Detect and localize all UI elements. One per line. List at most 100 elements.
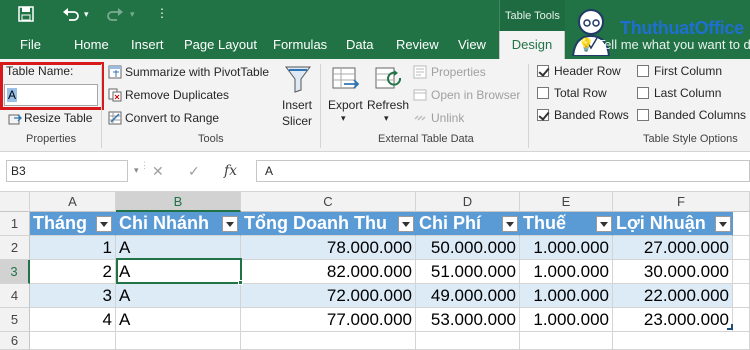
- column-header-f[interactable]: F: [613, 192, 750, 212]
- table-cell[interactable]: [416, 332, 520, 350]
- table-header-cell[interactable]: Tổng Doanh Thu: [241, 212, 416, 236]
- table-cell[interactable]: 1: [30, 236, 116, 260]
- open-in-browser-button[interactable]: Open in Browser: [431, 88, 520, 102]
- refresh-dropdown-icon[interactable]: ▾: [384, 113, 389, 124]
- table-cell[interactable]: 50.000.000: [416, 236, 520, 260]
- row-header-1[interactable]: 1: [0, 212, 30, 236]
- table-cell[interactable]: 1.000.000: [520, 284, 613, 308]
- resize-table-button[interactable]: Resize Table: [24, 111, 92, 125]
- table-cell[interactable]: 3: [30, 284, 116, 308]
- table-cell[interactable]: 1.000.000: [520, 236, 613, 260]
- table-cell[interactable]: 1.000.000: [520, 308, 613, 332]
- unlink-button[interactable]: Unlink: [431, 111, 464, 125]
- properties-button[interactable]: Properties: [431, 65, 486, 79]
- filter-dropdown-icon[interactable]: [596, 216, 612, 232]
- tab-data[interactable]: Data: [346, 37, 373, 52]
- first-column-checkbox[interactable]: [637, 65, 649, 77]
- header-row-checkbox[interactable]: [537, 65, 549, 77]
- table-cell[interactable]: 4: [30, 308, 116, 332]
- filter-dropdown-icon[interactable]: [96, 216, 112, 232]
- customize-qat-icon[interactable]: ⋮: [156, 6, 168, 20]
- filter-dropdown-icon[interactable]: [222, 216, 238, 232]
- row-header-2[interactable]: 2: [0, 236, 30, 260]
- banded-columns-label: Banded Columns: [654, 108, 747, 122]
- total-row-checkbox[interactable]: [537, 87, 549, 99]
- row-header-6[interactable]: 6: [0, 332, 30, 350]
- insert-function-icon[interactable]: fx: [224, 163, 237, 179]
- table-cell[interactable]: [30, 332, 116, 350]
- table-cell[interactable]: 77.000.000: [241, 308, 416, 332]
- tab-review[interactable]: Review: [396, 37, 439, 52]
- table-cell[interactable]: 30.000.000: [613, 260, 733, 284]
- insert-slicer-label-1[interactable]: Insert: [282, 98, 312, 112]
- refresh-button[interactable]: Refresh: [367, 98, 409, 112]
- filter-dropdown-icon[interactable]: [398, 216, 414, 232]
- table-cell[interactable]: 23.000.000: [613, 308, 733, 332]
- banded-rows-checkbox[interactable]: [537, 109, 549, 121]
- table-cell[interactable]: A: [116, 236, 241, 260]
- table-cell[interactable]: 78.000.000: [241, 236, 416, 260]
- last-column-checkbox[interactable]: [637, 87, 649, 99]
- formula-input[interactable]: A: [256, 160, 750, 182]
- tab-home[interactable]: Home: [74, 37, 109, 52]
- row-header-3[interactable]: 3: [0, 260, 30, 284]
- summarize-pivottable-button[interactable]: Summarize with PivotTable: [125, 65, 269, 79]
- cancel-entry-icon[interactable]: ✕: [152, 163, 164, 180]
- table-cell[interactable]: A: [116, 308, 241, 332]
- table-cell[interactable]: [733, 236, 750, 260]
- column-header-e[interactable]: E: [520, 192, 613, 212]
- table-cell[interactable]: [520, 332, 613, 350]
- banded-columns-checkbox[interactable]: [637, 109, 649, 121]
- redo-dropdown-icon[interactable]: ▾: [130, 9, 135, 20]
- table-cell[interactable]: 27.000.000: [613, 236, 733, 260]
- row-header-4[interactable]: 4: [0, 284, 30, 308]
- filter-dropdown-icon[interactable]: [715, 216, 731, 232]
- table-cell[interactable]: A: [116, 284, 241, 308]
- row-header-5[interactable]: 5: [0, 308, 30, 332]
- tab-insert[interactable]: Insert: [131, 37, 164, 52]
- resize-table-icon: [8, 112, 22, 126]
- export-dropdown-icon[interactable]: ▾: [341, 113, 346, 124]
- table-cell[interactable]: [733, 284, 750, 308]
- export-button[interactable]: Export: [328, 98, 363, 112]
- table-cell[interactable]: [613, 332, 750, 350]
- fill-handle[interactable]: [238, 280, 243, 285]
- table-cell[interactable]: 49.000.000: [416, 284, 520, 308]
- namebox-dropdown-icon[interactable]: ▾: [134, 165, 139, 176]
- tab-design[interactable]: Design: [499, 31, 565, 59]
- group-label-table-style-options: Table Style Options: [643, 133, 738, 145]
- table-cell[interactable]: 72.000.000: [241, 284, 416, 308]
- convert-to-range-button[interactable]: Convert to Range: [125, 111, 219, 125]
- insert-slicer-label-2[interactable]: Slicer: [282, 114, 312, 128]
- table-cell[interactable]: [733, 308, 750, 332]
- column-header-b[interactable]: B: [116, 192, 241, 212]
- tab-formulas[interactable]: Formulas: [273, 37, 327, 52]
- tab-file[interactable]: File: [20, 37, 41, 52]
- select-all-corner[interactable]: [0, 192, 30, 212]
- remove-duplicates-button[interactable]: Remove Duplicates: [125, 88, 229, 102]
- name-box[interactable]: B3: [6, 160, 128, 182]
- table-cell[interactable]: 53.000.000: [416, 308, 520, 332]
- save-icon[interactable]: [18, 6, 34, 27]
- table-cell[interactable]: [241, 332, 416, 350]
- table-cell[interactable]: 51.000.000: [416, 260, 520, 284]
- column-header-c[interactable]: C: [241, 192, 416, 212]
- table-cell[interactable]: 82.000.000: [241, 260, 416, 284]
- table-cell[interactable]: [116, 332, 241, 350]
- redo-icon[interactable]: [106, 6, 124, 27]
- undo-dropdown-icon[interactable]: ▾: [84, 9, 89, 20]
- table-cell[interactable]: [733, 260, 750, 284]
- table-cell[interactable]: [733, 212, 750, 236]
- tab-page-layout[interactable]: Page Layout: [184, 37, 257, 52]
- table-cell[interactable]: 2: [30, 260, 116, 284]
- filter-dropdown-icon[interactable]: [502, 216, 518, 232]
- confirm-entry-icon[interactable]: ✓: [188, 163, 200, 180]
- column-header-a[interactable]: A: [30, 192, 116, 212]
- table-cell[interactable]: 1.000.000: [520, 260, 613, 284]
- tab-view[interactable]: View: [458, 37, 486, 52]
- table-resize-handle[interactable]: [727, 324, 733, 330]
- undo-icon[interactable]: [62, 6, 80, 27]
- table-cell[interactable]: 22.000.000: [613, 284, 733, 308]
- tell-me-search[interactable]: 💡 Tell me what you want to do: [578, 37, 750, 53]
- column-header-d[interactable]: D: [416, 192, 520, 212]
